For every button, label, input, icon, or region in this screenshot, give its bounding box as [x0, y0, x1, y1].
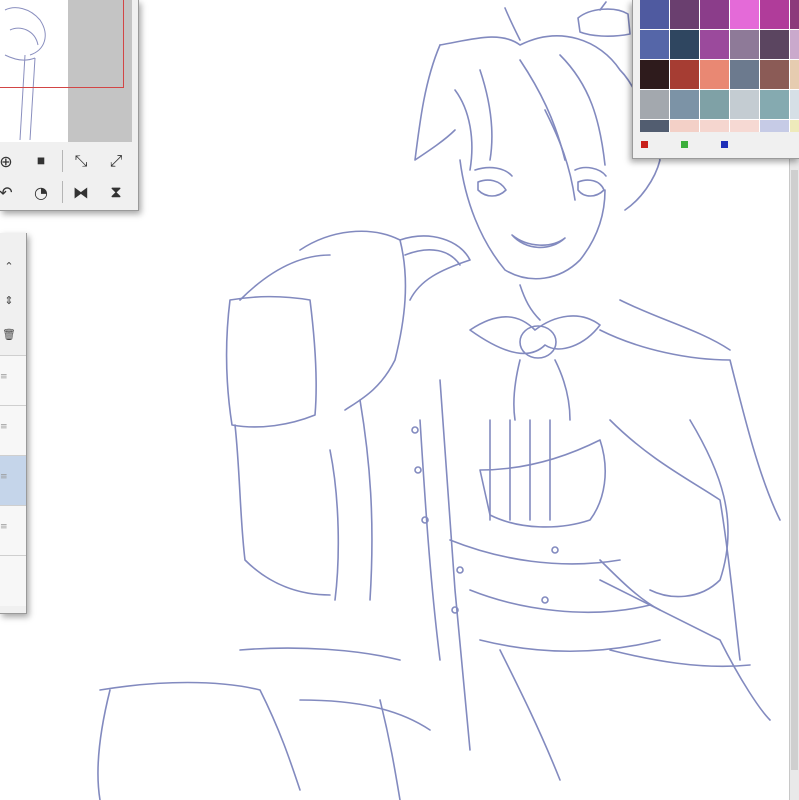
color-swatch[interactable] — [790, 120, 799, 132]
color-swatch[interactable] — [730, 60, 759, 89]
color-swatch[interactable] — [640, 60, 669, 89]
layer-row[interactable] — [0, 555, 26, 606]
color-swatch[interactable] — [640, 90, 669, 119]
color-swatch[interactable] — [790, 90, 799, 119]
drag-handle-icon[interactable]: ≡ — [0, 373, 8, 382]
color-swatch[interactable] — [640, 30, 669, 59]
color-swatch[interactable] — [790, 60, 799, 89]
color-swatch[interactable] — [700, 30, 729, 59]
color-swatch[interactable] — [730, 30, 759, 59]
toolbar-separator — [62, 181, 63, 203]
canvas-scrollbar[interactable] — [789, 150, 799, 800]
color-swatch[interactable] — [640, 120, 669, 132]
navigator-view-frame[interactable] — [0, 0, 124, 88]
color-swatch[interactable] — [670, 0, 699, 29]
drag-handle-icon[interactable]: ≡ — [0, 423, 8, 432]
flip-horizontal-icon[interactable]: ⧓ — [70, 181, 92, 203]
layer-row-selected[interactable]: ≡ — [0, 455, 26, 506]
scrollbar-thumb[interactable] — [791, 170, 798, 770]
toolbar-separator — [62, 150, 63, 172]
color-swatch[interactable] — [640, 0, 669, 29]
reset-rotation-icon[interactable]: ◔ — [30, 181, 52, 203]
move-layer-icon[interactable]: ⇕ — [0, 291, 18, 309]
chevron-updown-icon[interactable]: ⌃ — [0, 257, 18, 275]
color-swatch[interactable] — [700, 120, 729, 132]
color-swatch[interactable] — [760, 120, 789, 132]
color-swatch[interactable] — [760, 30, 789, 59]
layer-row[interactable]: ≡ — [0, 355, 26, 406]
layer-row[interactable]: ≡ — [0, 405, 26, 456]
color-swatch[interactable] — [700, 0, 729, 29]
zoom-in-icon[interactable]: ⊕ — [0, 150, 17, 172]
navigator-panel: ⊕ ⏹ ⤡ ⤢ ↶ ◔ ⧓ ⧗ — [0, 0, 139, 211]
navigator-preview[interactable] — [0, 0, 132, 142]
expand-icon[interactable]: ⤡ — [70, 150, 92, 172]
color-swatch[interactable] — [760, 60, 789, 89]
blue-channel-indicator — [721, 141, 728, 148]
trash-icon[interactable]: 🗑 — [0, 325, 18, 343]
color-swatch[interactable] — [730, 120, 759, 132]
red-channel-indicator — [641, 141, 648, 148]
color-swatch[interactable] — [700, 90, 729, 119]
green-channel-indicator — [681, 141, 688, 148]
color-swatch[interactable] — [790, 30, 799, 59]
flip-vertical-icon[interactable]: ⧗ — [105, 181, 127, 203]
layer-panel: ⌃ ⇕ 🗑 ≡ ≡ ≡ ≡ — [0, 233, 27, 614]
color-swatch[interactable] — [790, 0, 799, 29]
color-set-panel — [632, 0, 799, 159]
color-swatch[interactable] — [670, 90, 699, 119]
color-swatch[interactable] — [730, 90, 759, 119]
color-swatch[interactable] — [670, 30, 699, 59]
fit-icon[interactable]: ⏹ — [30, 150, 52, 172]
color-swatch[interactable] — [670, 120, 699, 132]
rotate-left-icon[interactable]: ↶ — [0, 181, 17, 203]
color-swatch[interactable] — [670, 60, 699, 89]
drag-handle-icon[interactable]: ≡ — [0, 473, 8, 482]
color-swatch[interactable] — [730, 0, 759, 29]
color-swatch[interactable] — [700, 60, 729, 89]
color-swatch-grid — [640, 0, 799, 132]
drag-handle-icon[interactable]: ≡ — [0, 523, 8, 532]
color-swatch[interactable] — [760, 90, 789, 119]
fullscreen-icon[interactable]: ⤢ — [105, 150, 127, 172]
color-swatch[interactable] — [760, 0, 789, 29]
layer-row[interactable]: ≡ — [0, 505, 26, 556]
